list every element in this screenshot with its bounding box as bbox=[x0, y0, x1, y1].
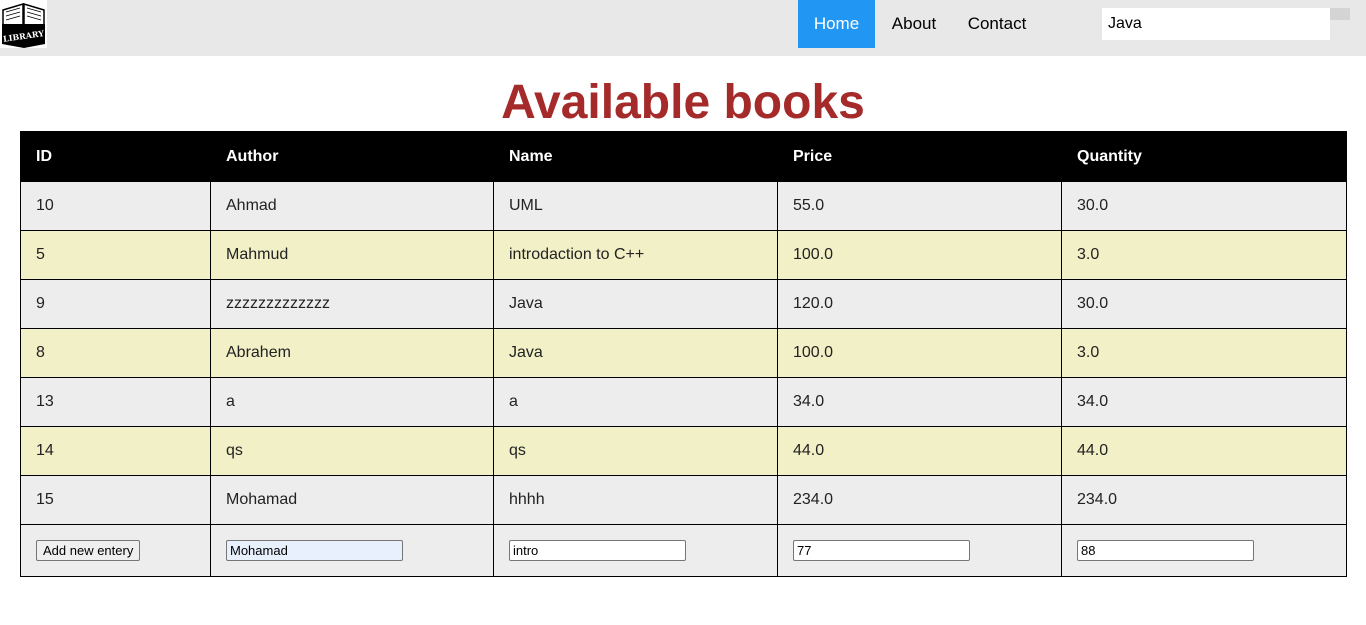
cell-price: 120.0 bbox=[777, 279, 1062, 329]
new-entry-button-cell: Add new entery bbox=[20, 524, 211, 577]
books-table: ID Author Name Price Quantity 10 Ahmad U… bbox=[20, 131, 1347, 577]
cell-quantity: 44.0 bbox=[1061, 426, 1347, 476]
cell-name: UML bbox=[493, 181, 778, 231]
cell-id: 8 bbox=[20, 328, 211, 378]
cell-id: 14 bbox=[20, 426, 211, 476]
new-entry-name-cell bbox=[493, 524, 778, 577]
cell-id: 10 bbox=[20, 181, 211, 231]
new-quantity-input[interactable] bbox=[1077, 540, 1254, 561]
cell-quantity: 3.0 bbox=[1061, 230, 1347, 280]
cell-name: qs bbox=[493, 426, 778, 476]
page-title: Available books bbox=[501, 76, 865, 129]
cell-id: 13 bbox=[20, 377, 211, 427]
cell-author: a bbox=[210, 377, 494, 427]
add-new-entry-button[interactable]: Add new entery bbox=[36, 540, 141, 561]
cell-author: Mahmud bbox=[210, 230, 494, 280]
cell-name: hhhh bbox=[493, 475, 778, 525]
cell-quantity: 34.0 bbox=[1061, 377, 1347, 427]
cell-price: 100.0 bbox=[777, 230, 1062, 280]
cell-price: 34.0 bbox=[777, 377, 1062, 427]
cell-author: Mohamad bbox=[210, 475, 494, 525]
cell-name: Java bbox=[493, 328, 778, 378]
table-row: 13 a a 34.0 34.0 bbox=[20, 377, 1347, 427]
column-header-quantity: Quantity bbox=[1061, 131, 1347, 182]
table-row: 15 Mohamad hhhh 234.0 234.0 bbox=[20, 475, 1347, 525]
new-price-input[interactable] bbox=[793, 540, 970, 561]
top-navigation-bar: LIBRARY Home About Contact bbox=[0, 0, 1366, 56]
cell-author: Abrahem bbox=[210, 328, 494, 378]
nav-home[interactable]: Home bbox=[798, 0, 875, 48]
cell-quantity: 234.0 bbox=[1061, 475, 1347, 525]
new-entry-row: Add new entery bbox=[20, 524, 1347, 577]
table-row: 8 Abrahem Java 100.0 3.0 bbox=[20, 328, 1347, 378]
new-name-input[interactable] bbox=[509, 540, 686, 561]
new-entry-price-cell bbox=[777, 524, 1062, 577]
column-header-name: Name bbox=[493, 131, 778, 182]
cell-author: zzzzzzzzzzzzz bbox=[210, 279, 494, 329]
cell-id: 9 bbox=[20, 279, 211, 329]
nav-about[interactable]: About bbox=[877, 0, 951, 48]
nav-contact[interactable]: Contact bbox=[955, 0, 1039, 48]
column-header-author: Author bbox=[210, 131, 494, 182]
cell-price: 55.0 bbox=[777, 181, 1062, 231]
cell-id: 5 bbox=[20, 230, 211, 280]
search-input[interactable] bbox=[1102, 8, 1330, 40]
new-entry-quantity-cell bbox=[1061, 524, 1347, 577]
cell-price: 100.0 bbox=[777, 328, 1062, 378]
cell-quantity: 30.0 bbox=[1061, 279, 1347, 329]
table-row: 5 Mahmud introdaction to C++ 100.0 3.0 bbox=[20, 230, 1347, 280]
new-entry-author-cell bbox=[210, 524, 494, 577]
cell-id: 15 bbox=[20, 475, 211, 525]
column-header-price: Price bbox=[777, 131, 1062, 182]
table-row: 10 Ahmad UML 55.0 30.0 bbox=[20, 181, 1347, 231]
cell-quantity: 30.0 bbox=[1061, 181, 1347, 231]
cell-name: a bbox=[493, 377, 778, 427]
table-row: 9 zzzzzzzzzzzzz Java 120.0 30.0 bbox=[20, 279, 1347, 329]
table-row: 14 qs qs 44.0 44.0 bbox=[20, 426, 1347, 476]
cell-author: Ahmad bbox=[210, 181, 494, 231]
search-button[interactable] bbox=[1330, 8, 1350, 20]
table-header-row: ID Author Name Price Quantity bbox=[20, 131, 1347, 182]
cell-price: 234.0 bbox=[777, 475, 1062, 525]
library-book-icon: LIBRARY bbox=[0, 0, 47, 48]
cell-price: 44.0 bbox=[777, 426, 1062, 476]
column-header-id: ID bbox=[20, 131, 211, 182]
cell-name: introdaction to C++ bbox=[493, 230, 778, 280]
cell-quantity: 3.0 bbox=[1061, 328, 1347, 378]
cell-author: qs bbox=[210, 426, 494, 476]
new-author-input[interactable] bbox=[226, 540, 403, 561]
library-logo[interactable]: LIBRARY bbox=[0, 0, 47, 48]
cell-name: Java bbox=[493, 279, 778, 329]
